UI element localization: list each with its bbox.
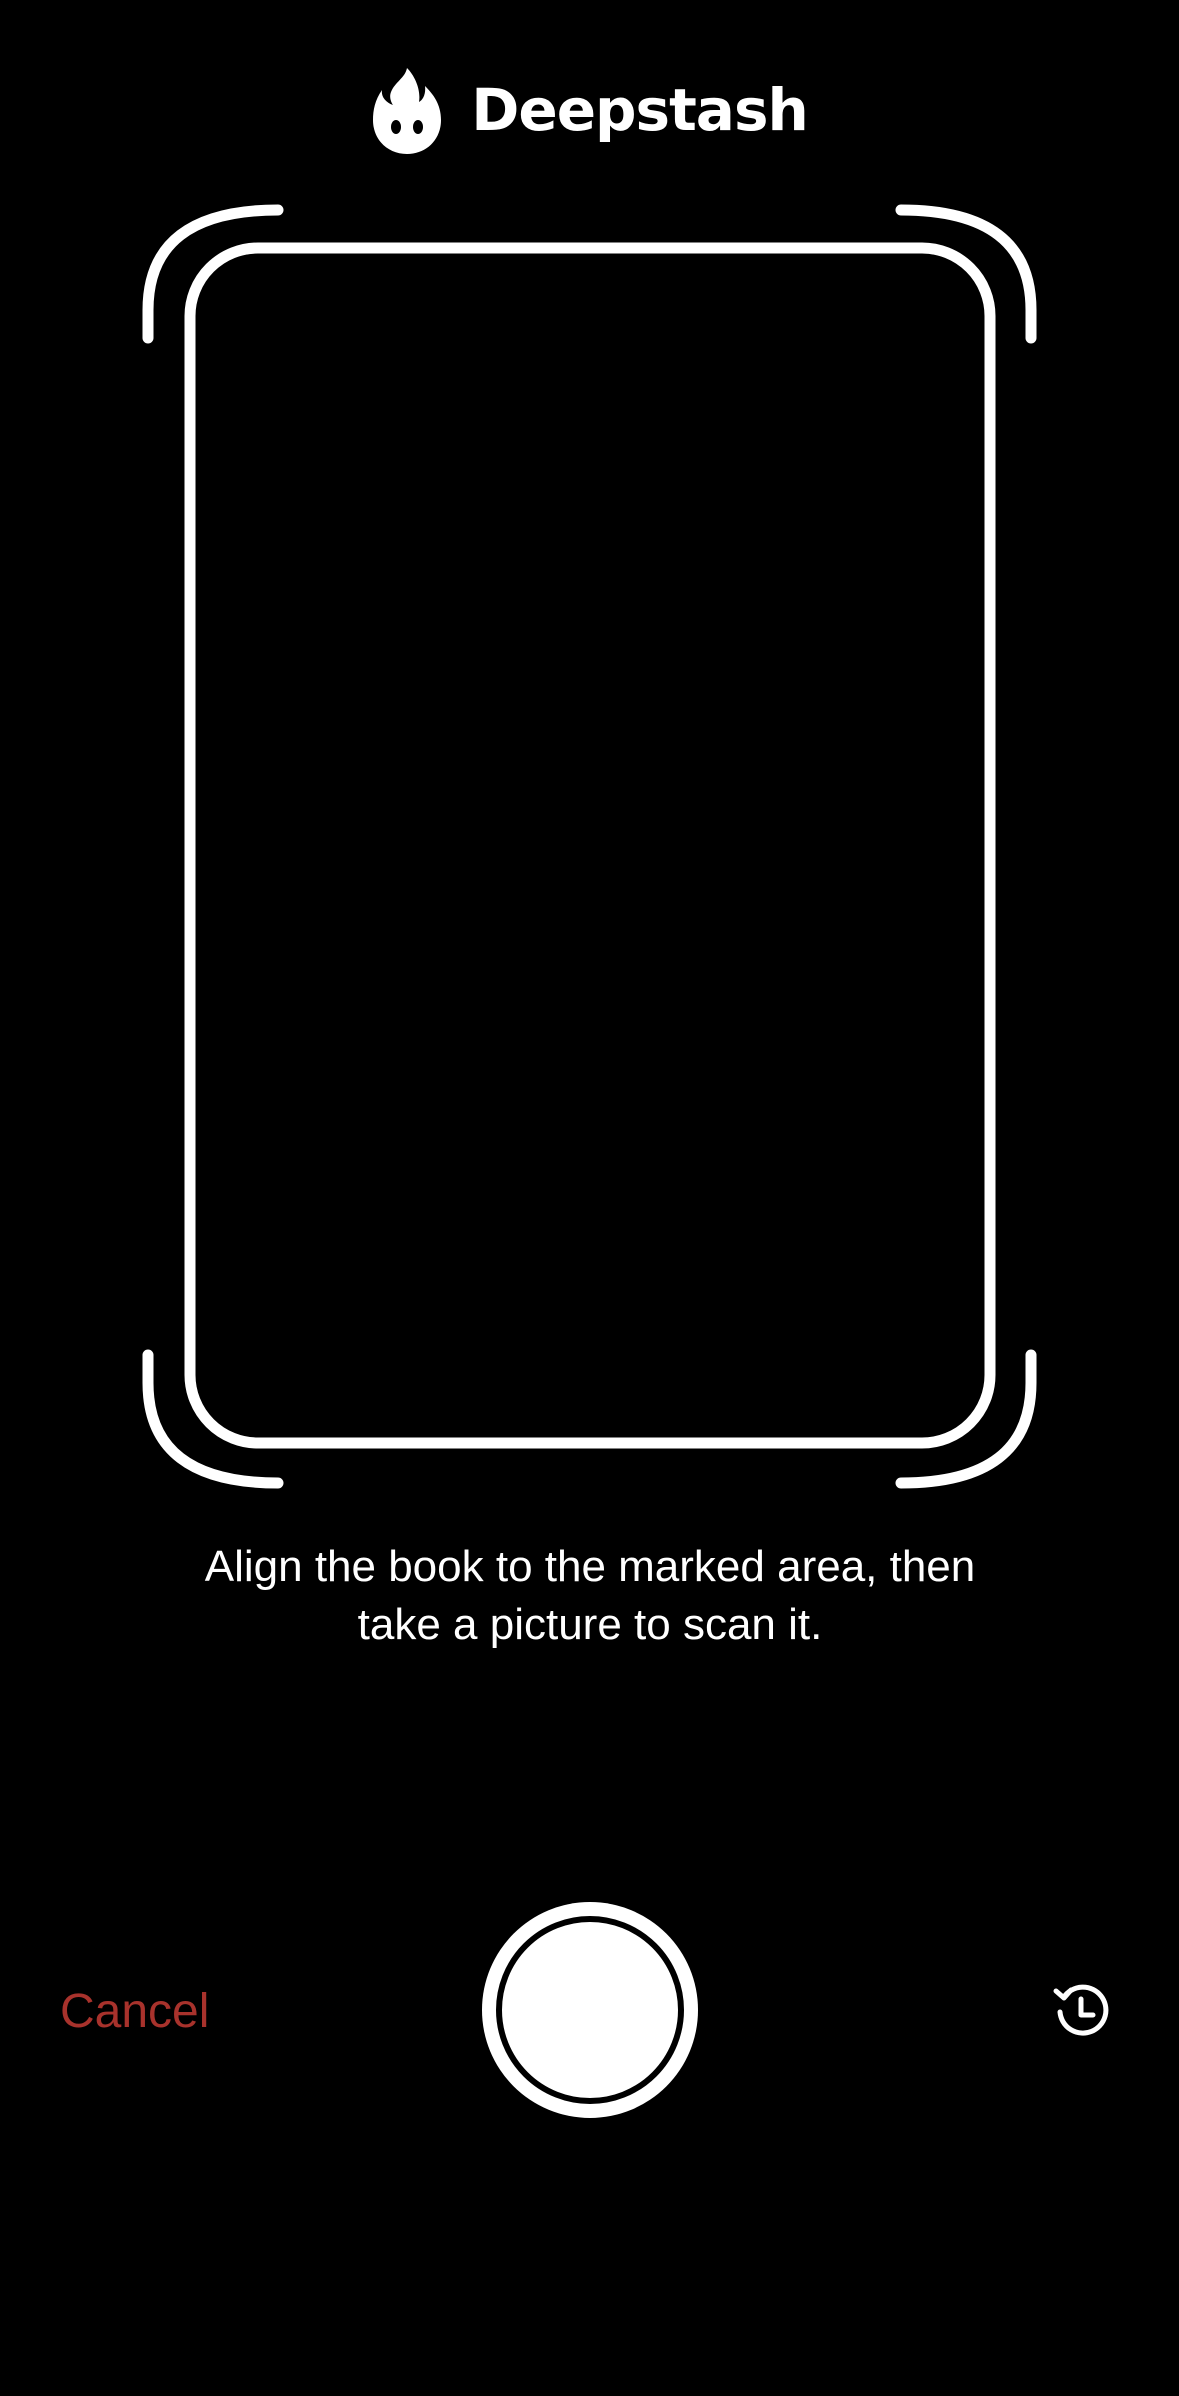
shutter-button-icon xyxy=(496,1916,684,2104)
brand-name: Deepstash xyxy=(471,76,809,144)
app-header: Deepstash xyxy=(0,60,1179,160)
instruction-line-1: Align the book to the marked area, then xyxy=(204,1542,976,1591)
scan-instruction: Align the book to the marked area, then … xyxy=(140,1538,1040,1654)
history-clock-icon xyxy=(1053,1984,1109,2036)
shutter-button[interactable] xyxy=(482,1902,698,2118)
corner-bracket-bottom-left xyxy=(142,1349,284,1489)
corner-bracket-top-left xyxy=(142,204,284,344)
instruction-line-2: take a picture to scan it. xyxy=(357,1600,823,1649)
corner-bracket-bottom-right xyxy=(895,1349,1037,1489)
flame-logo-icon xyxy=(373,68,442,154)
scan-area-outline xyxy=(184,242,996,1449)
cancel-button[interactable]: Cancel xyxy=(60,1980,209,2044)
scan-frame xyxy=(142,204,1037,1489)
history-button[interactable] xyxy=(1050,1979,1116,2045)
corner-bracket-top-right xyxy=(895,204,1037,344)
